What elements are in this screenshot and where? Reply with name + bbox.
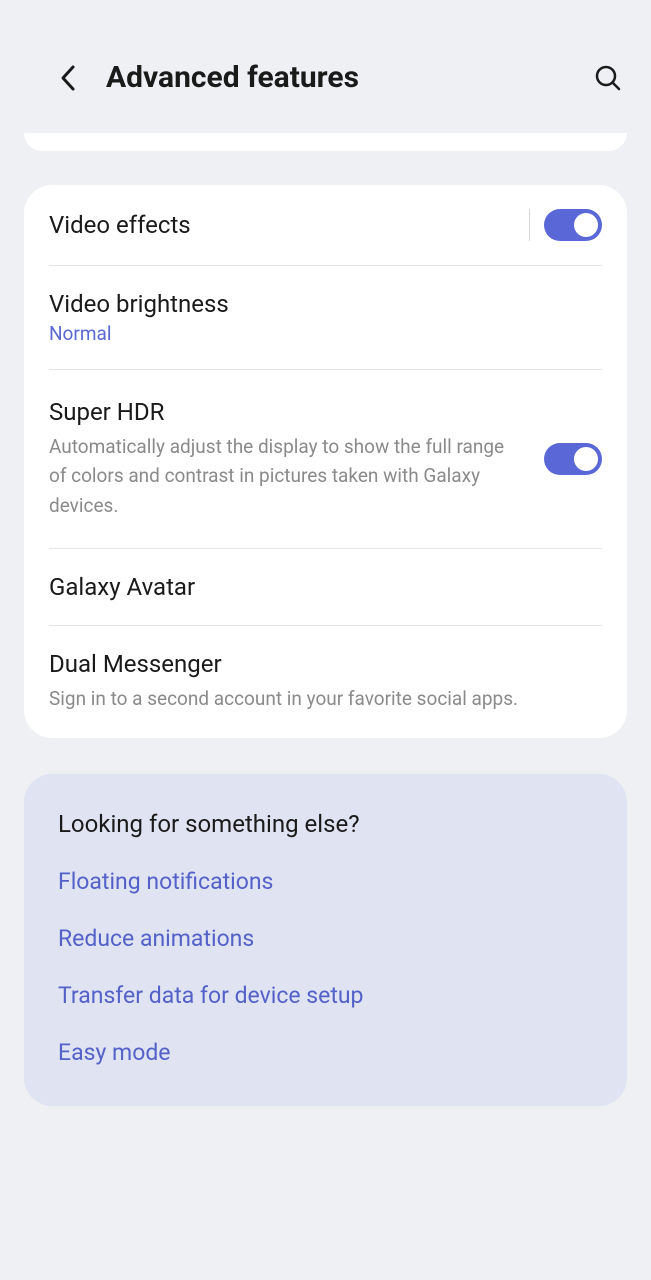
video-effects-row[interactable]: Video effects bbox=[49, 185, 602, 266]
video-brightness-row[interactable]: Video brightness Normal bbox=[49, 266, 602, 370]
super-hdr-row[interactable]: Super HDR Automatically adjust the displ… bbox=[49, 370, 602, 549]
link-transfer-data[interactable]: Transfer data for device setup bbox=[58, 982, 593, 1009]
suggestions-title: Looking for something else? bbox=[58, 810, 593, 838]
setting-text: Galaxy Avatar bbox=[49, 573, 602, 601]
setting-text: Video brightness Normal bbox=[49, 290, 602, 345]
suggestions-card: Looking for something else? Floating not… bbox=[24, 774, 627, 1106]
galaxy-avatar-row[interactable]: Galaxy Avatar bbox=[49, 549, 602, 626]
link-easy-mode[interactable]: Easy mode bbox=[58, 1039, 593, 1066]
dual-messenger-row[interactable]: Dual Messenger Sign in to a second accou… bbox=[49, 626, 602, 737]
toggle-knob bbox=[574, 447, 598, 471]
vertical-separator bbox=[529, 209, 530, 241]
video-effects-toggle[interactable] bbox=[544, 209, 602, 241]
setting-title: Video brightness bbox=[49, 290, 602, 318]
setting-description: Sign in to a second account in your favo… bbox=[49, 684, 602, 713]
chevron-left-icon bbox=[59, 64, 77, 92]
setting-value: Normal bbox=[49, 322, 602, 345]
setting-title: Super HDR bbox=[49, 398, 526, 426]
setting-title: Galaxy Avatar bbox=[49, 573, 602, 601]
setting-title: Video effects bbox=[49, 211, 529, 239]
link-floating-notifications[interactable]: Floating notifications bbox=[58, 868, 593, 895]
search-icon bbox=[594, 64, 622, 92]
header: Advanced features bbox=[0, 0, 651, 133]
search-button[interactable] bbox=[593, 63, 623, 93]
page-title: Advanced features bbox=[106, 60, 593, 95]
back-button[interactable] bbox=[54, 64, 82, 92]
setting-text: Video effects bbox=[49, 211, 529, 239]
toggle-knob bbox=[574, 213, 598, 237]
setting-text: Super HDR Automatically adjust the displ… bbox=[49, 398, 526, 520]
super-hdr-toggle[interactable] bbox=[544, 443, 602, 475]
setting-title: Dual Messenger bbox=[49, 650, 602, 678]
settings-card: Video effects Video brightness Normal Su… bbox=[24, 185, 627, 738]
setting-text: Dual Messenger Sign in to a second accou… bbox=[49, 650, 602, 713]
link-reduce-animations[interactable]: Reduce animations bbox=[58, 925, 593, 952]
setting-description: Automatically adjust the display to show… bbox=[49, 432, 526, 520]
card-top-sliver bbox=[24, 133, 627, 151]
